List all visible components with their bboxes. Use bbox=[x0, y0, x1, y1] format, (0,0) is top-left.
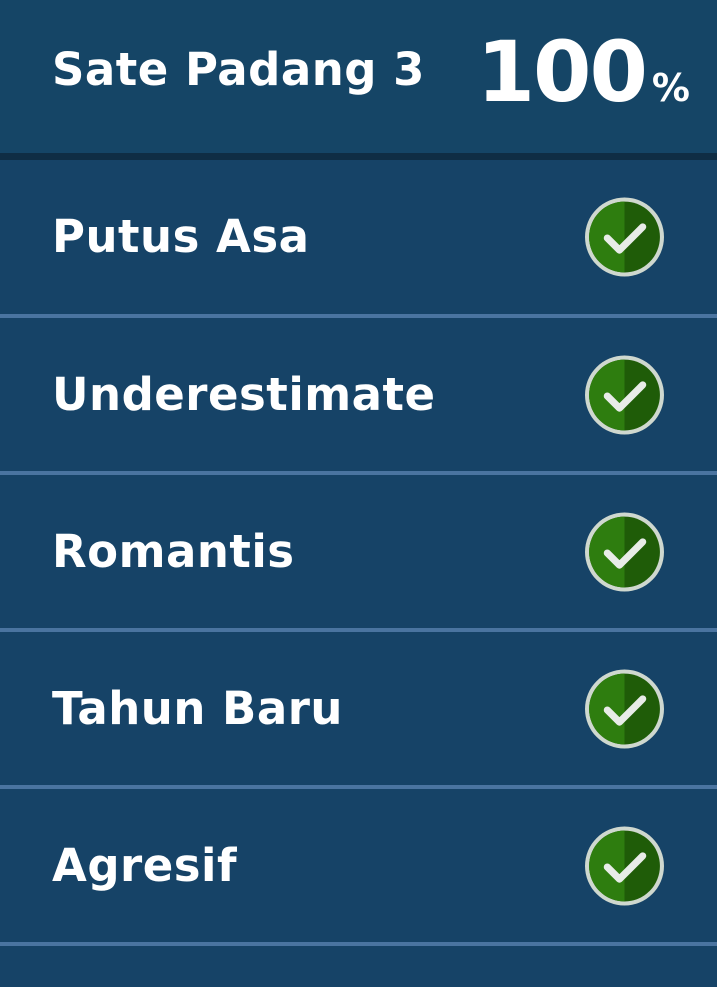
progress-unit: % bbox=[651, 66, 690, 110]
level-row-putus-asa[interactable]: Putus Asa bbox=[0, 160, 717, 318]
level-name: Romantis bbox=[52, 524, 295, 578]
pack-title: Sate Padang 3 bbox=[52, 43, 425, 96]
check-circle-icon bbox=[585, 355, 664, 434]
level-list-screen: Sate Padang 3 100% Putus Asa Underestima… bbox=[0, 0, 717, 987]
level-name: Agresif bbox=[52, 838, 238, 892]
check-circle-icon bbox=[585, 826, 664, 905]
pack-progress: 100% bbox=[477, 24, 690, 120]
pack-header: Sate Padang 3 100% bbox=[0, 0, 717, 153]
check-circle-icon bbox=[585, 512, 664, 591]
check-circle-icon bbox=[585, 197, 664, 277]
level-row-underestimate[interactable]: Underestimate bbox=[0, 318, 717, 475]
level-row-tahun-baru[interactable]: Tahun Baru bbox=[0, 632, 717, 789]
header-divider bbox=[0, 153, 717, 160]
level-name: Underestimate bbox=[52, 367, 436, 421]
check-circle-icon bbox=[585, 669, 664, 748]
level-row-agresif[interactable]: Agresif bbox=[0, 789, 717, 946]
level-list: Putus Asa Underestimate Romantis Tahun B… bbox=[0, 160, 717, 946]
level-name: Tahun Baru bbox=[52, 681, 343, 735]
progress-value: 100 bbox=[476, 23, 648, 121]
level-name: Putus Asa bbox=[52, 210, 310, 263]
level-row-romantis[interactable]: Romantis bbox=[0, 475, 717, 632]
